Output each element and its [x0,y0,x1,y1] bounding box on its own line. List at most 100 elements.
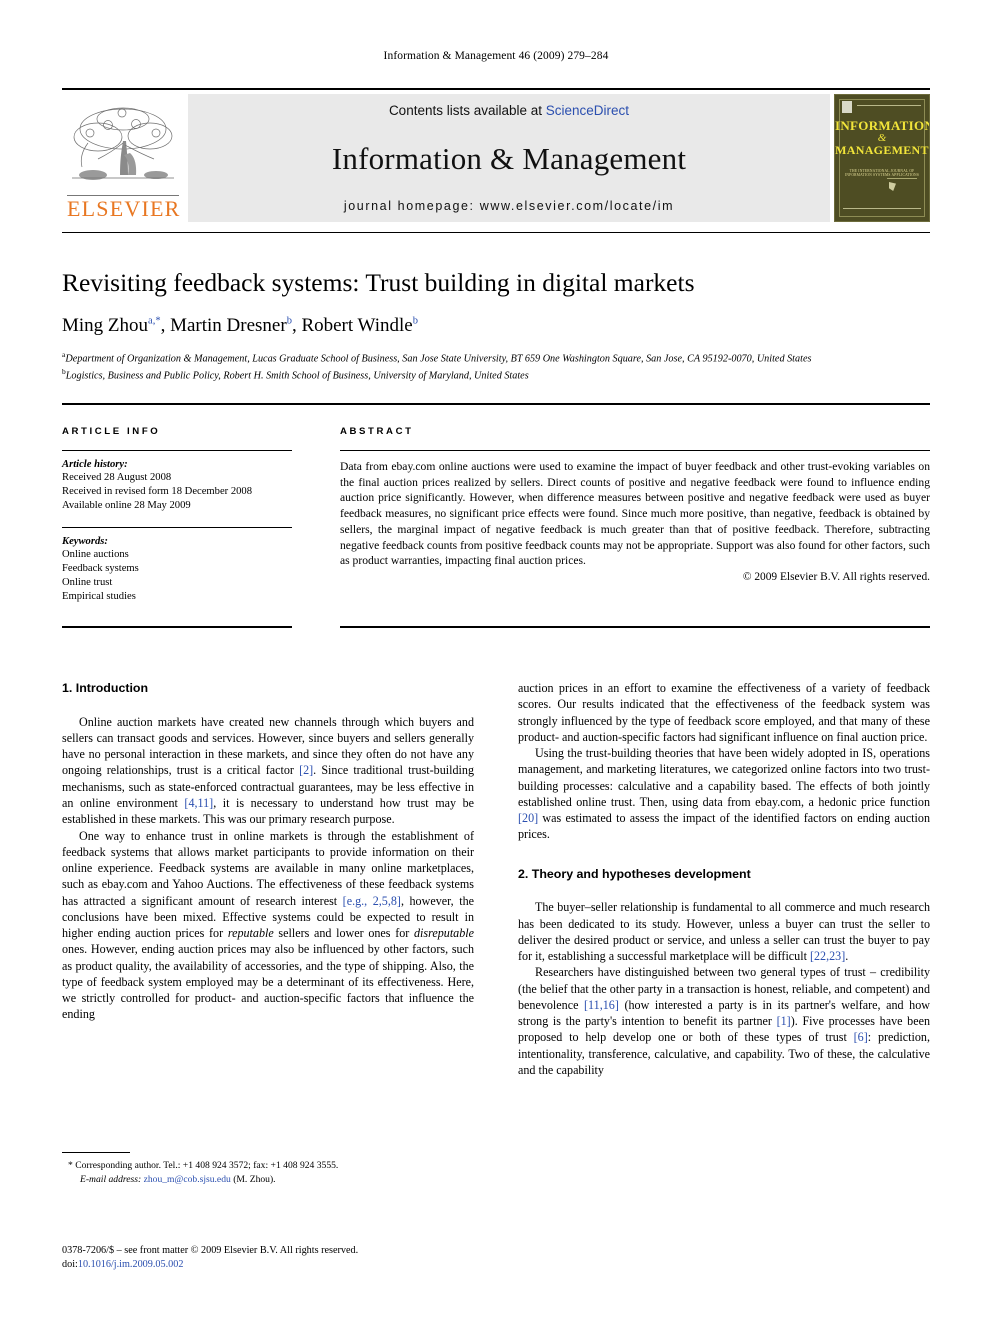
keyword-item: Feedback systems [62,563,139,575]
citation-ref[interactable]: [e.g., 2,5,8] [343,894,401,908]
column-gap [474,680,518,1078]
journal-masthead: ELSEVIER Contents lists available at Sci… [62,88,930,222]
imprint-line: 0378-7206/$ – see front matter © 2009 El… [62,1245,359,1256]
affiliation: bLogistics, Business and Public Policy, … [62,367,930,384]
paragraph-text: The buyer–seller relationship is fundame… [518,900,930,964]
body-paragraph: One way to enhance trust in online marke… [62,828,474,1023]
email-note: E-mail address: zhou_m@cob.sjsu.edu (M. … [62,1173,474,1187]
elsevier-logo: ELSEVIER [62,94,184,222]
masthead-center: Contents lists available at ScienceDirec… [188,94,830,222]
cover-top-rule [857,105,921,106]
emphasis-text: disreputable [413,926,474,941]
doi-link[interactable]: 10.1016/j.im.2009.05.002 [78,1259,184,1270]
cover-title-line1: INFORMATION [835,118,930,133]
paragraph-text: Using the trust-building theories that h… [518,746,930,809]
abstract-rule [340,450,930,451]
affiliation: aDepartment of Organization & Management… [62,350,930,367]
journal-cover-thumbnail: INFORMATION & MANAGEMENT THE INTERNATION… [834,94,930,222]
article-info-heading: ARTICLE INFO [62,426,161,437]
email-link[interactable]: zhou_m@cob.sjsu.edu [144,1174,231,1185]
author-mark: a,* [148,315,161,327]
info-band-top-rule [62,403,930,405]
info-band-bottom-rule-right [340,626,930,628]
contents-prefix: Contents lists available at [388,103,546,118]
keywords-group: Keywords: Online auctions Feedback syste… [62,536,292,604]
author-mark: b [286,315,292,327]
email-suffix: (M. Zhou). [230,1173,276,1185]
citation-ref[interactable]: [1] [777,1014,791,1028]
abstract-text: Data from ebay.com online auctions were … [340,460,930,568]
keyword-item: Empirical studies [62,591,136,603]
paragraph-text: auction prices in an effort to examine t… [518,681,930,744]
email-label: E-mail address: [80,1173,142,1185]
article-info-column: ARTICLE INFO Article history: Received 2… [62,426,292,619]
footnote-block: * Corresponding author. Tel.: +1 408 924… [62,1152,474,1186]
right-column: auction prices in an effort to examine t… [518,680,930,1078]
journal-homepage[interactable]: journal homepage: www.elsevier.com/locat… [344,199,674,213]
keywords-label: Keywords: [62,536,108,548]
author-name: Robert Windle [301,315,413,337]
body-paragraph: auction prices in an effort to examine t… [518,680,930,745]
body-paragraph: Using the trust-building theories that h… [518,745,930,843]
author-name: Ming Zhou [62,315,149,337]
title-block: Revisiting feedback systems: Trust build… [62,268,930,384]
body-paragraph: Researchers have distinguished between t… [518,964,930,1078]
body-columns: 1. Introduction Online auction markets h… [62,680,930,1078]
author-mark: b [412,315,418,327]
affiliation-text: Department of Organization & Management,… [65,353,812,365]
left-column: 1. Introduction Online auction markets h… [62,680,474,1078]
abstract-heading: ABSTRACT [340,426,414,437]
footnote-divider [62,1152,130,1153]
journal-title: Information & Management [331,140,687,176]
affiliation-text: Logistics, Business and Public Policy, R… [65,370,529,382]
sciencedirect-link[interactable]: ScienceDirect [546,103,629,118]
abstract-copyright: © 2009 Elsevier B.V. All rights reserved… [742,570,930,583]
doi-label: doi: [62,1259,78,1271]
keyword-item: Online trust [62,577,113,589]
citation-ref[interactable]: [2] [299,763,313,777]
paper-page: Information & Management 46 (2009) 279–2… [0,0,992,1323]
cover-title-line3: MANAGEMENT [835,143,929,158]
article-history-item: Available online 28 May 2009 [62,500,191,512]
cover-title: INFORMATION & MANAGEMENT [835,119,929,157]
emphasis-text: reputable [227,926,274,941]
imprint-block: 0378-7206/$ – see front matter © 2009 El… [62,1244,474,1273]
cover-emblem-icon [887,178,917,195]
title-divider [62,232,930,233]
running-head: Information & Management 46 (2009) 279–2… [383,50,609,62]
section-heading-theory: 2. Theory and hypotheses development [518,866,751,881]
citation-ref[interactable]: [22,23] [810,949,845,963]
paragraph-text: sellers and lower ones for [273,926,414,941]
citation-ref[interactable]: [6] [854,1030,868,1044]
author-list: Ming Zhoua,*, Martin Dresnerb, Robert Wi… [62,315,418,337]
cover-inner-border [839,99,925,217]
contents-lists-line: Contents lists available at ScienceDirec… [389,103,629,118]
body-paragraph: The buyer–seller relationship is fundame… [518,899,930,964]
article-history-item: Received 28 August 2008 [62,472,172,483]
body-paragraph: Online auction markets have created new … [62,714,474,828]
elsevier-tree-icon [72,107,174,180]
article-info-rule [62,450,292,451]
page-title: Revisiting feedback systems: Trust build… [62,268,695,297]
paragraph-text: ones. However, ending auction prices may… [62,942,474,1022]
article-history-group: Article history: Received 28 August 2008… [62,459,292,513]
paragraph-text: . [845,949,849,964]
doi-line: doi:10.1016/j.im.2009.05.002 [62,1258,474,1272]
section-heading-introduction: 1. Introduction [62,681,149,695]
paragraph-text: was estimated to assess the impact of th… [518,811,930,842]
elsevier-wordmark: ELSEVIER [67,195,181,221]
band-gap [292,426,340,619]
keyword-item: Online auctions [62,549,129,561]
citation-ref[interactable]: [4,11] [184,796,213,810]
citation-ref[interactable]: [20] [518,811,538,825]
article-history-label: Article history: [62,459,128,470]
corresponding-author-note: * Corresponding author. Tel.: +1 408 924… [68,1160,339,1171]
citation-ref[interactable]: [11,16] [584,998,619,1012]
info-abstract-band: ARTICLE INFO Article history: Received 2… [62,426,930,619]
cover-publisher-mark [842,101,852,113]
abstract-column: ABSTRACT Data from ebay.com online aucti… [340,426,930,619]
author-name: Martin Dresner [170,315,287,337]
info-band-bottom-rule-left [62,626,292,628]
keywords-rule [62,527,292,529]
cover-subtitle: THE INTERNATIONAL JOURNAL OF INFORMATION… [844,169,920,177]
